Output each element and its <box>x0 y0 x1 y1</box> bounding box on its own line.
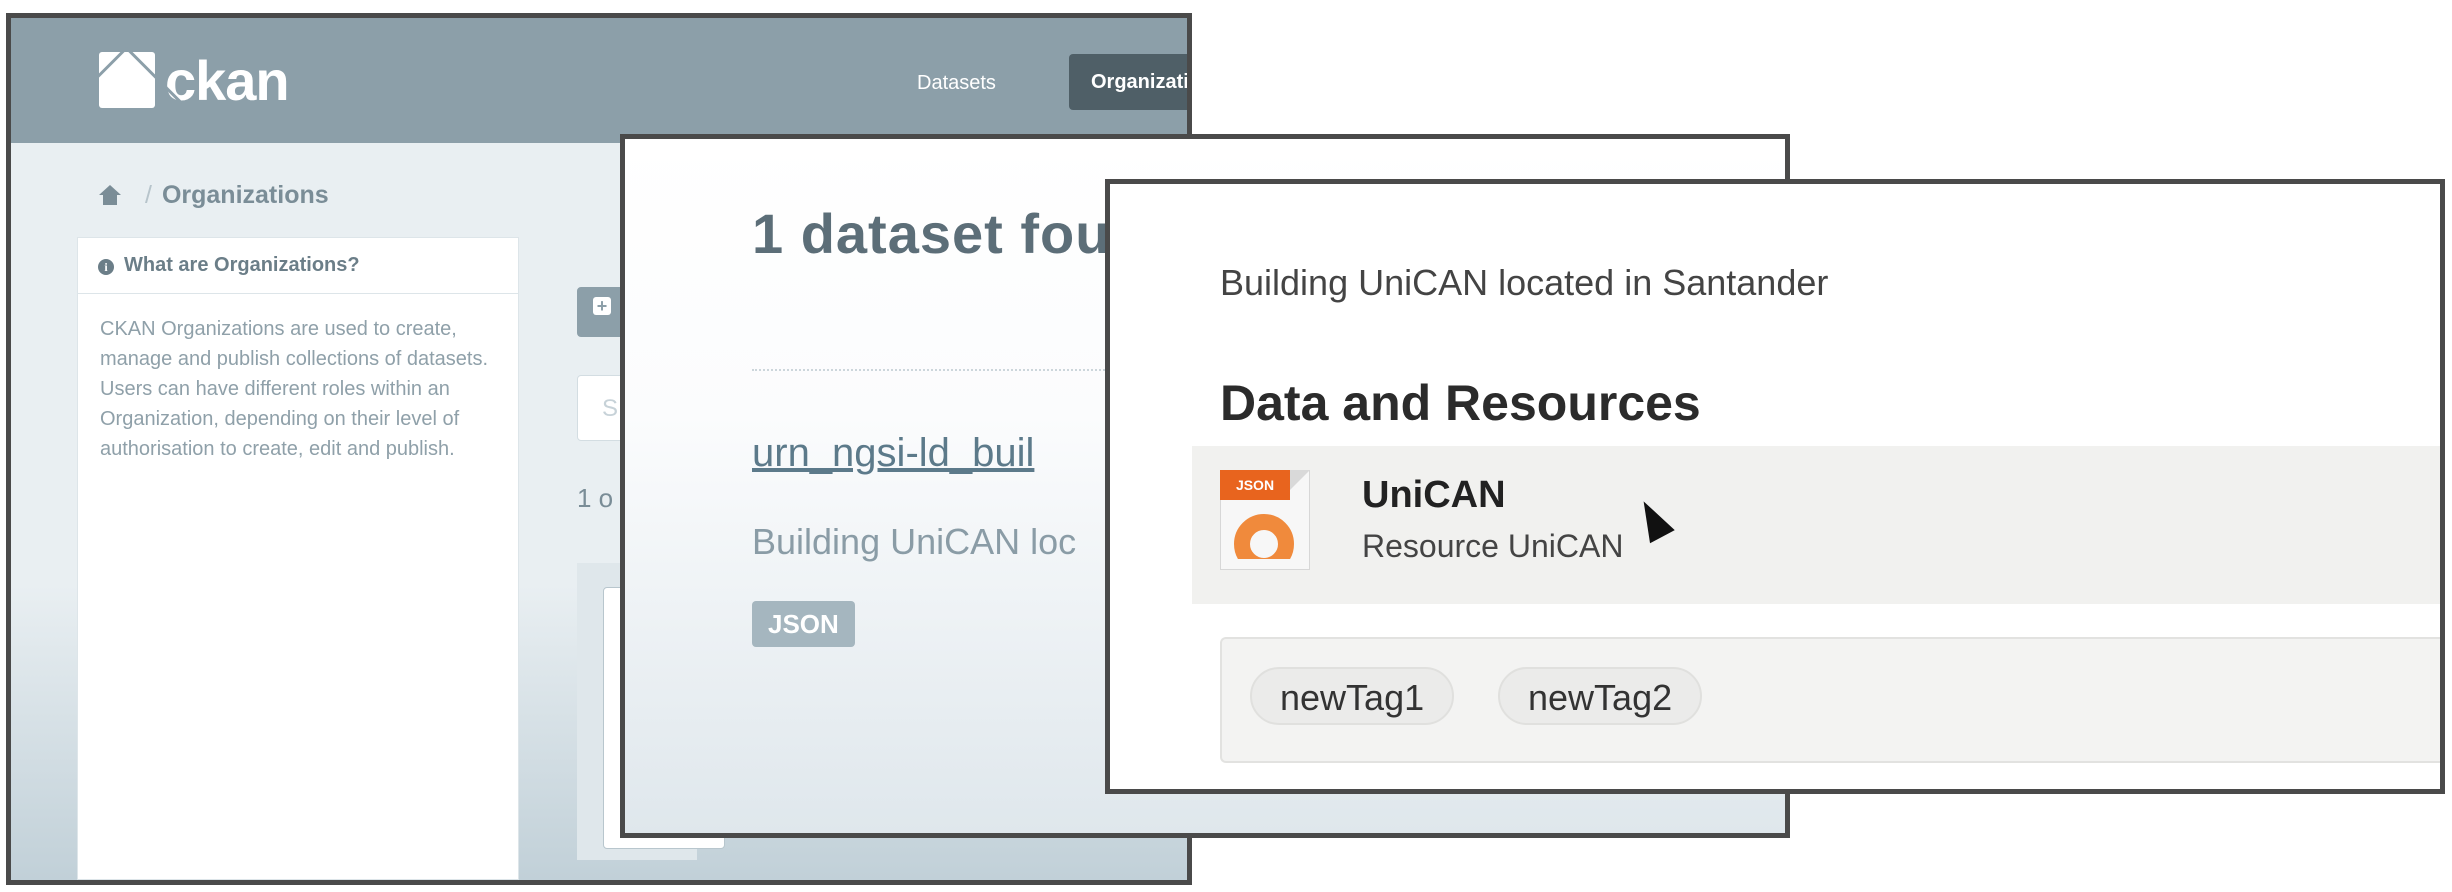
resource-description: Resource UniCAN <box>1362 528 1624 564</box>
home-icon[interactable] <box>99 185 121 205</box>
ckan-logo[interactable]: ckan <box>99 48 290 112</box>
info-icon: i <box>98 259 114 275</box>
nav-datasets-link[interactable]: Datasets <box>917 72 996 95</box>
dataset-detail-panel: Building UniCAN located in Santander Dat… <box>1105 179 2445 794</box>
file-format-label: JSON <box>1220 470 1290 500</box>
search-results-title: 1 dataset fou <box>752 202 1111 265</box>
nav-organizations-link[interactable]: Organizati <box>1069 54 1187 110</box>
tag-pill[interactable]: newTag2 <box>1498 667 1703 725</box>
resource-item[interactable]: JSON UniCAN Resource UniCAN <box>1192 446 2440 604</box>
mouse-cursor-icon <box>1631 494 1675 544</box>
divider <box>752 369 1152 371</box>
breadcrumb-organizations[interactable]: Organizations <box>162 181 329 209</box>
tag-list: newTag1 newTag2 <box>1220 637 2440 763</box>
sidebar-info-box: i What are Organizations? CKAN Organizati… <box>77 237 519 880</box>
logo-text: ckan <box>165 48 290 112</box>
json-file-icon: JSON <box>1220 470 1310 570</box>
file-fold <box>1290 470 1310 490</box>
dataset-result-description: Building UniCAN loc <box>752 521 1077 562</box>
breadcrumb-separator: / <box>145 181 152 209</box>
sidebar-title: i What are Organizations? <box>78 238 518 294</box>
resource-name[interactable]: UniCAN <box>1362 474 1506 517</box>
tag-pill[interactable]: newTag1 <box>1250 667 1455 725</box>
sidebar-body-text: CKAN Organizations are used to create, m… <box>100 318 489 460</box>
result-count: 1 o <box>577 483 614 513</box>
dataset-result-link[interactable]: urn_ngsi-ld_buil <box>752 431 1034 476</box>
data-resources-heading: Data and Resources <box>1220 375 1701 431</box>
dataset-description: Building UniCAN located in Santander <box>1220 262 1829 303</box>
breadcrumb: / Organizations <box>99 181 329 210</box>
ckan-logo-icon <box>99 52 155 108</box>
format-badge[interactable]: JSON <box>752 601 855 647</box>
sidebar-title-text: What are Organizations? <box>124 254 360 276</box>
top-navbar: ckan Datasets Organizati <box>11 18 1187 143</box>
